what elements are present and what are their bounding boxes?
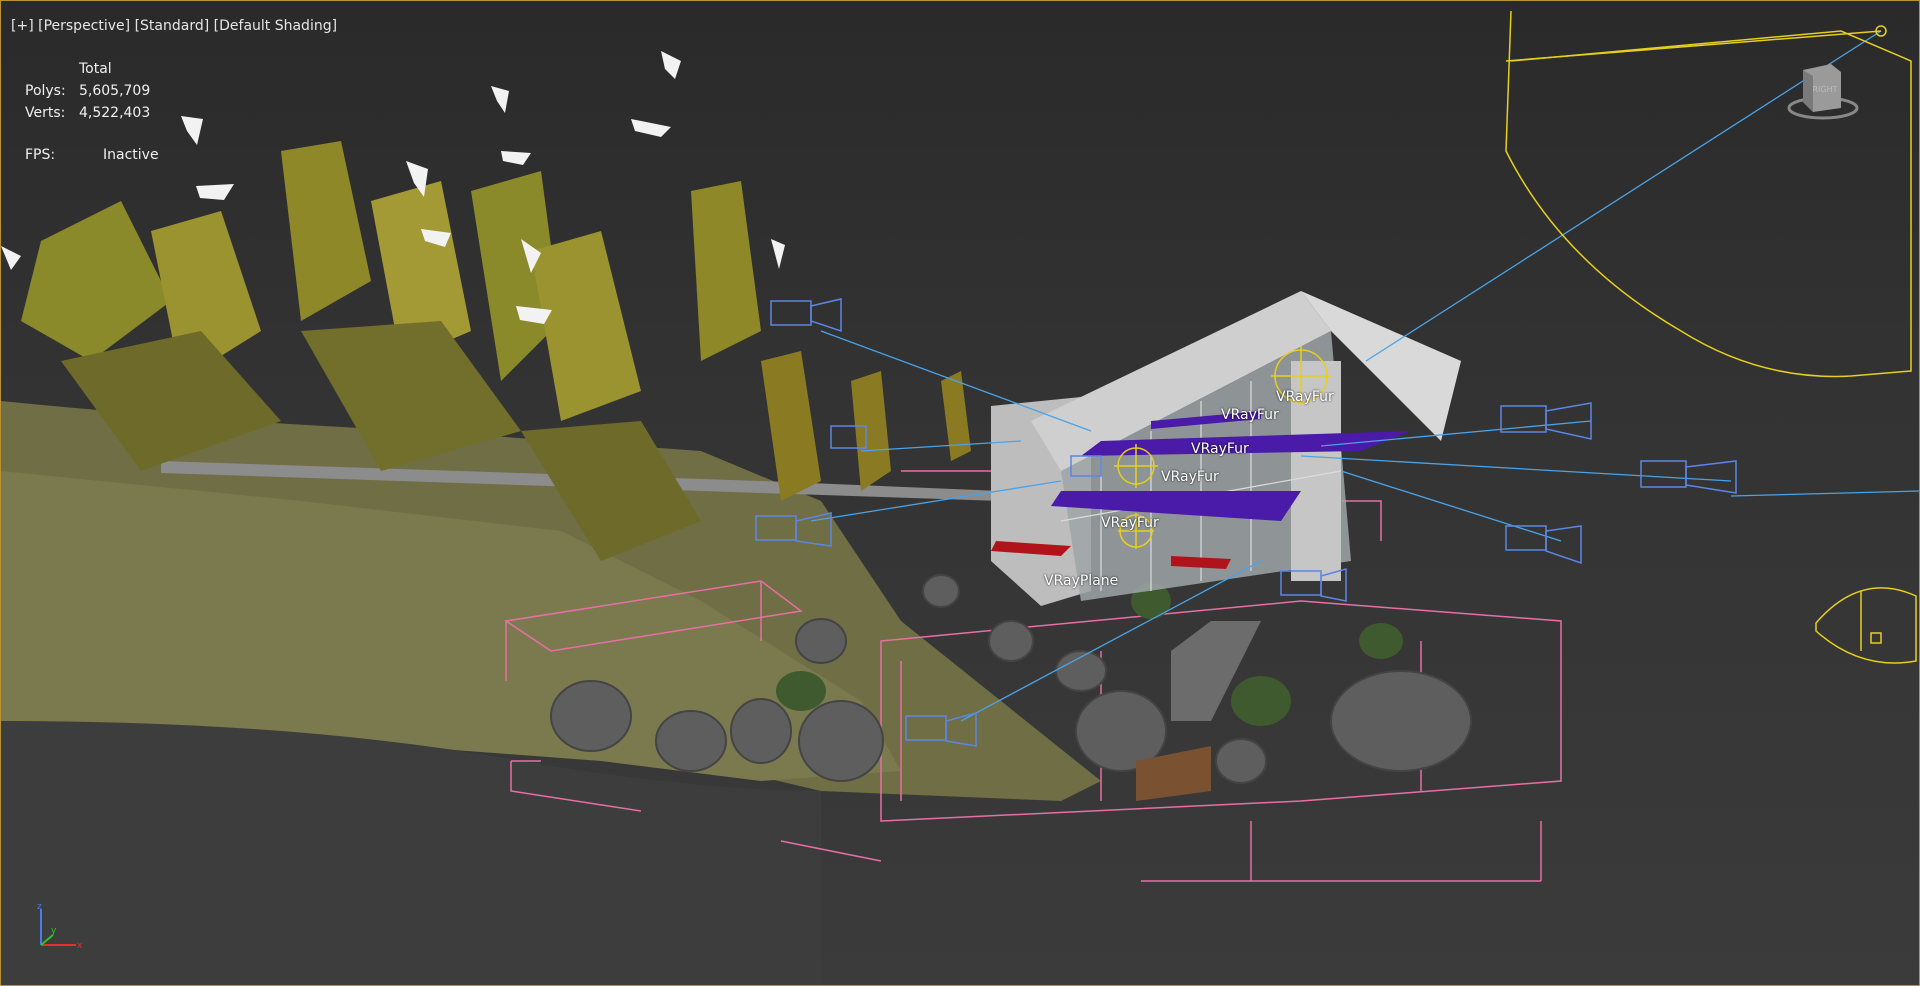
viewport-menu-button[interactable]: [+]	[11, 18, 34, 34]
axis-tripod-icon: z y x	[37, 902, 83, 951]
vrayfur-label[interactable]: VRayFur	[1161, 469, 1219, 485]
fps-label: FPS:	[25, 147, 56, 163]
vrayfur-label[interactable]: VRayFur	[1221, 407, 1279, 423]
camera-target-lines	[810, 30, 1919, 722]
axis-y-label: y	[51, 926, 57, 936]
verts-value: 4,522,403	[79, 105, 151, 121]
stats-header: Total	[79, 61, 112, 77]
perspective-viewport[interactable]: [+] [Perspective] [Standard] [Default Sh…	[0, 0, 1920, 986]
verts-label: Verts:	[25, 105, 66, 121]
vrayfur-label[interactable]: VRayFur	[1191, 441, 1249, 457]
scene-render[interactable]	[1, 1, 1919, 985]
polys-label: Polys:	[25, 83, 66, 99]
polys-value: 5,605,709	[79, 83, 151, 99]
statistics-overlay: Total Polys: 5,605,709 Verts: 4,522,403 FP…	[25, 58, 159, 166]
render-style-button[interactable]: [Standard]	[135, 18, 210, 34]
vrayfur-label[interactable]: VRayFur	[1101, 515, 1159, 531]
shading-mode-button[interactable]: [Default Shading]	[214, 18, 337, 34]
viewport-label[interactable]: [+] [Perspective] [Standard] [Default Sh…	[11, 18, 337, 34]
axis-z-label: z	[37, 902, 42, 912]
fps-value: Inactive	[103, 147, 159, 163]
vrayfur-label[interactable]: VRayFur	[1276, 389, 1334, 405]
view-type-button[interactable]: [Perspective]	[38, 18, 130, 34]
viewcube-icon[interactable]: RIGHT	[1781, 56, 1861, 126]
vrayplane-label[interactable]: VRayPlane	[1044, 573, 1118, 589]
axis-x-label: x	[77, 941, 83, 951]
viewcube-face-label: RIGHT	[1812, 85, 1837, 94]
